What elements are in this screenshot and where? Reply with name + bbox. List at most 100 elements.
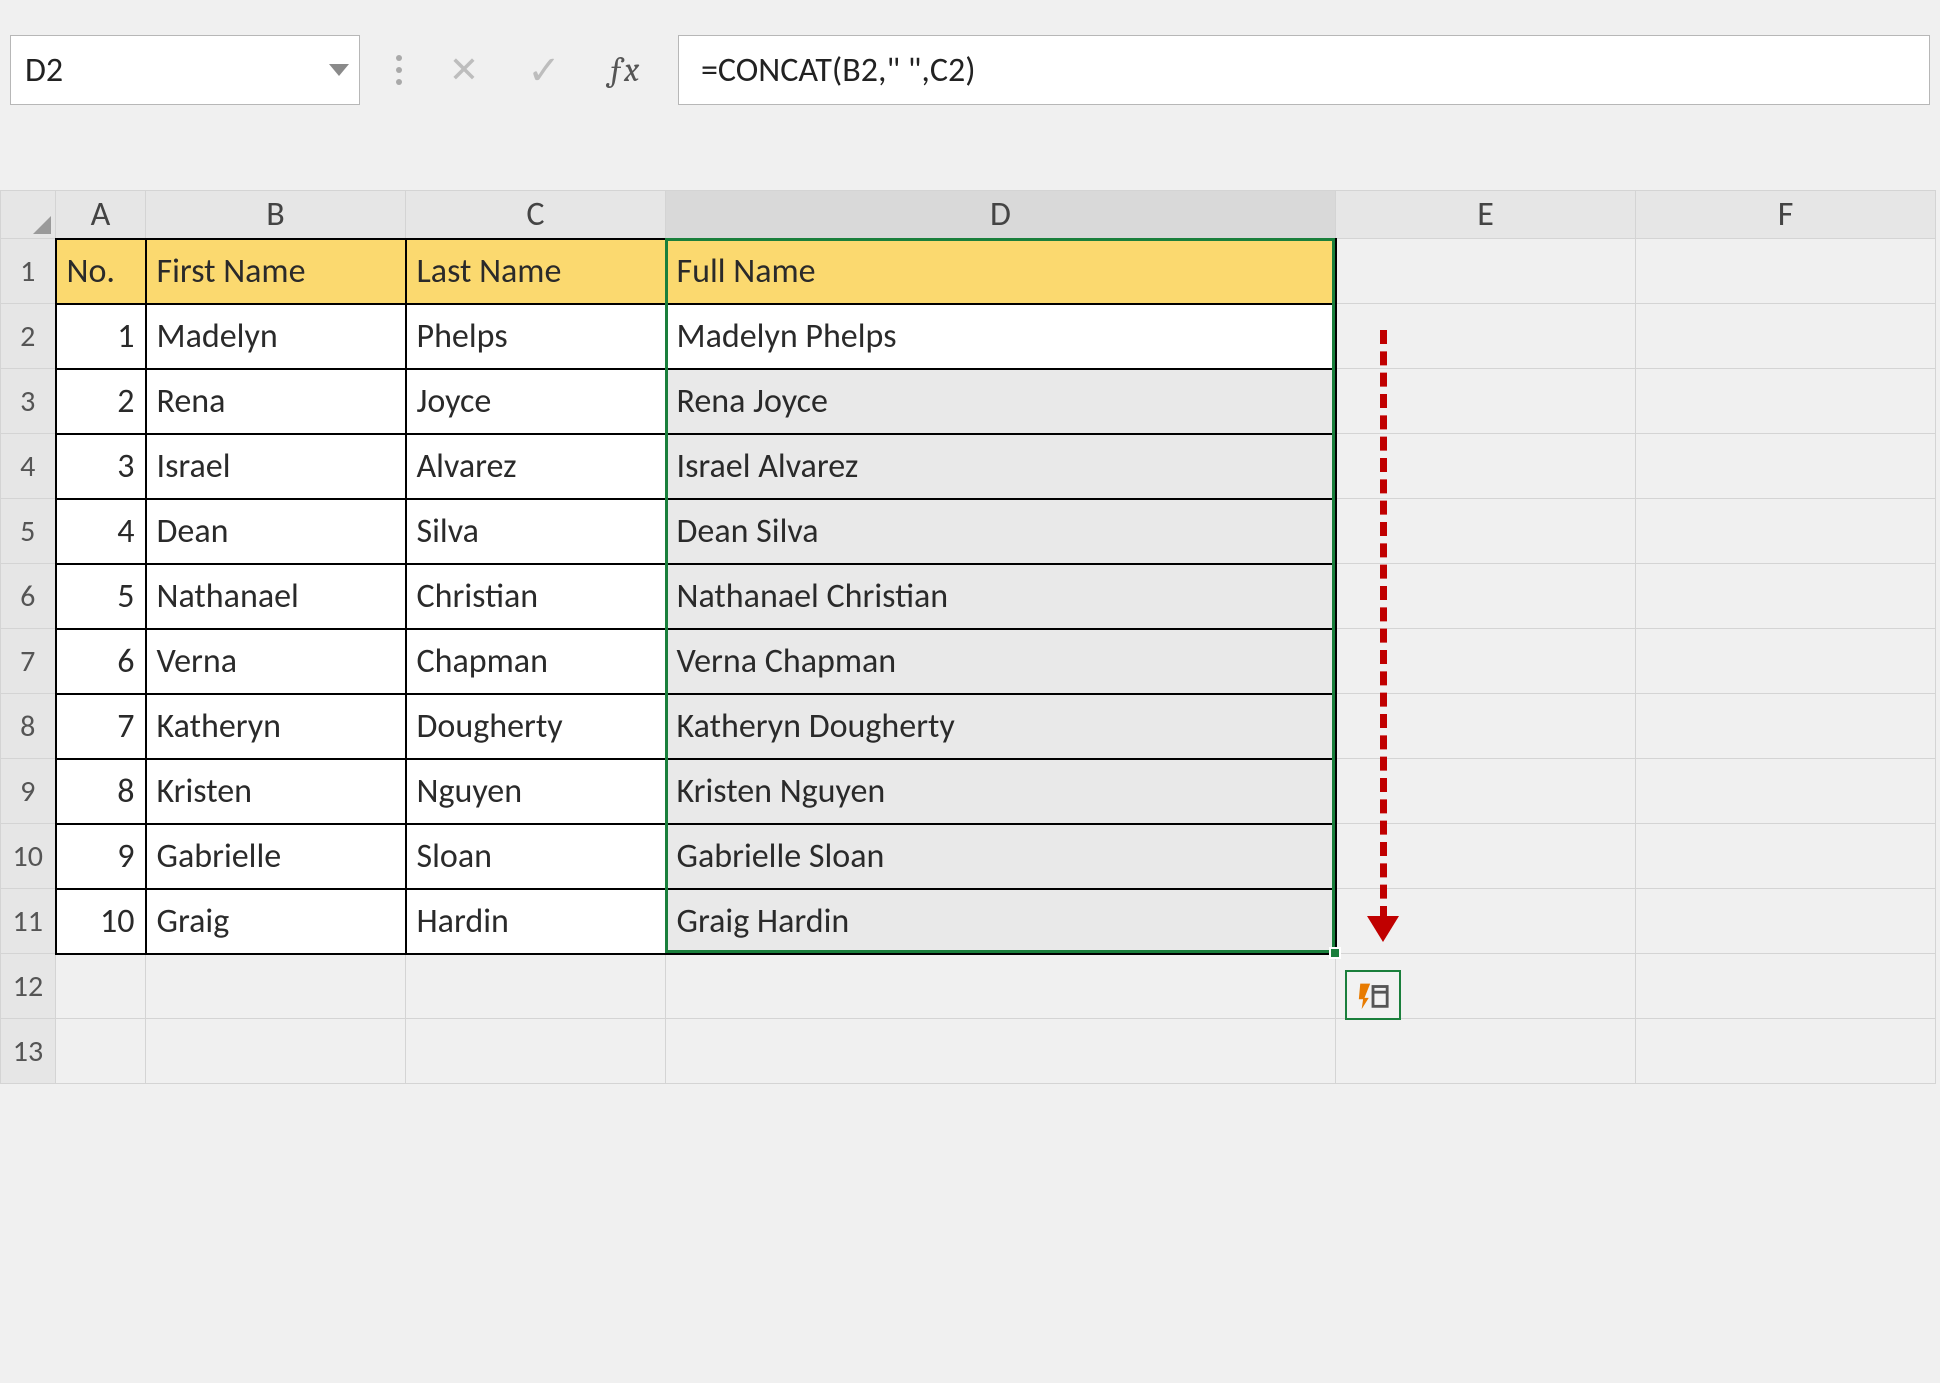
cell-C6[interactable]: Christian <box>406 564 666 629</box>
annotation-arrow <box>1380 330 1387 920</box>
col-header-C[interactable]: C <box>406 191 666 239</box>
cancel-button <box>436 42 492 98</box>
cell-A11[interactable]: 10 <box>56 889 146 954</box>
cell-B9[interactable]: Kristen <box>146 759 406 824</box>
cell-F5[interactable] <box>1636 499 1936 564</box>
cell-C1[interactable]: Last Name <box>406 239 666 304</box>
cell-F7[interactable] <box>1636 629 1936 694</box>
cell-A13[interactable] <box>56 1019 146 1084</box>
cell-A7[interactable]: 6 <box>56 629 146 694</box>
cell-B12[interactable] <box>146 954 406 1019</box>
cell-D2[interactable]: Madelyn Phelps <box>666 304 1336 369</box>
cell-B6[interactable]: Nathanael <box>146 564 406 629</box>
cell-D6[interactable]: Nathanael Christian <box>666 564 1336 629</box>
cell-A9[interactable]: 8 <box>56 759 146 824</box>
row-header[interactable]: 7 <box>1 629 56 694</box>
cell-F3[interactable] <box>1636 369 1936 434</box>
cell-F2[interactable] <box>1636 304 1936 369</box>
row-header[interactable]: 11 <box>1 889 56 954</box>
cell-C9[interactable]: Nguyen <box>406 759 666 824</box>
row-header[interactable]: 8 <box>1 694 56 759</box>
row-header[interactable]: 10 <box>1 824 56 889</box>
cell-D1[interactable]: Full Name <box>666 239 1336 304</box>
cell-F6[interactable] <box>1636 564 1936 629</box>
row-header[interactable]: 12 <box>1 954 56 1019</box>
cell-B3[interactable]: Rena <box>146 369 406 434</box>
cell-A5[interactable]: 4 <box>56 499 146 564</box>
autofill-options-button[interactable] <box>1345 970 1401 1020</box>
cell-F4[interactable] <box>1636 434 1936 499</box>
cell-A8[interactable]: 7 <box>56 694 146 759</box>
row-header[interactable]: 9 <box>1 759 56 824</box>
cell-B7[interactable]: Verna <box>146 629 406 694</box>
cell-E1[interactable] <box>1336 239 1636 304</box>
cell-C8[interactable]: Dougherty <box>406 694 666 759</box>
row-header[interactable]: 5 <box>1 499 56 564</box>
cell-C4[interactable]: Alvarez <box>406 434 666 499</box>
cell-B10[interactable]: Gabrielle <box>146 824 406 889</box>
cell-A12[interactable] <box>56 954 146 1019</box>
cell-A2[interactable]: 1 <box>56 304 146 369</box>
row-header[interactable]: 4 <box>1 434 56 499</box>
cell-D12[interactable] <box>666 954 1336 1019</box>
col-header-D[interactable]: D <box>666 191 1336 239</box>
cell-B8[interactable]: Katheryn <box>146 694 406 759</box>
cell-B11[interactable]: Graig <box>146 889 406 954</box>
cell-B1[interactable]: First Name <box>146 239 406 304</box>
cell-F1[interactable] <box>1636 239 1936 304</box>
cell-D11[interactable]: Graig Hardin <box>666 889 1336 954</box>
cell-C12[interactable] <box>406 954 666 1019</box>
row-header[interactable]: 2 <box>1 304 56 369</box>
formula-bar-input[interactable]: =CONCAT(B2," ",C2) <box>678 35 1930 105</box>
cell-D7[interactable]: Verna Chapman <box>666 629 1336 694</box>
cell-F9[interactable] <box>1636 759 1936 824</box>
cell-F8[interactable] <box>1636 694 1936 759</box>
cell-F13[interactable] <box>1636 1019 1936 1084</box>
name-box[interactable]: D2 <box>10 35 360 105</box>
cell-C11[interactable]: Hardin <box>406 889 666 954</box>
cell-D13[interactable] <box>666 1019 1336 1084</box>
row-header[interactable]: 13 <box>1 1019 56 1084</box>
row-header[interactable]: 1 <box>1 239 56 304</box>
cell-B5[interactable]: Dean <box>146 499 406 564</box>
cell-F12[interactable] <box>1636 954 1936 1019</box>
col-header-B[interactable]: B <box>146 191 406 239</box>
col-header-A[interactable]: A <box>56 191 146 239</box>
cell-C7[interactable]: Chapman <box>406 629 666 694</box>
enter-button <box>516 42 572 98</box>
cell-B4[interactable]: Israel <box>146 434 406 499</box>
cell-A10[interactable]: 9 <box>56 824 146 889</box>
row-header[interactable]: 6 <box>1 564 56 629</box>
cell-D3[interactable]: Rena Joyce <box>666 369 1336 434</box>
cell-D9[interactable]: Kristen Nguyen <box>666 759 1336 824</box>
cell-D10[interactable]: Gabrielle Sloan <box>666 824 1336 889</box>
cell-D8[interactable]: Katheryn Dougherty <box>666 694 1336 759</box>
cell-C10[interactable]: Sloan <box>406 824 666 889</box>
cell-D4[interactable]: Israel Alvarez <box>666 434 1336 499</box>
cell-C2[interactable]: Phelps <box>406 304 666 369</box>
cell-A1[interactable]: No. <box>56 239 146 304</box>
spreadsheet-grid[interactable]: A B C D E F 1 No. First Name Last Name F… <box>0 190 1940 1084</box>
cell-B2[interactable]: Madelyn <box>146 304 406 369</box>
cell-B13[interactable] <box>146 1019 406 1084</box>
chevron-down-icon[interactable] <box>329 64 349 76</box>
cell-E13[interactable] <box>1336 1019 1636 1084</box>
cell-D5[interactable]: Dean Silva <box>666 499 1336 564</box>
select-all-corner[interactable] <box>1 191 56 239</box>
row-header[interactable]: 3 <box>1 369 56 434</box>
cell-A3[interactable]: 2 <box>56 369 146 434</box>
name-box-value: D2 <box>25 50 63 91</box>
fill-handle[interactable] <box>1329 947 1341 959</box>
cell-A4[interactable]: 3 <box>56 434 146 499</box>
insert-function-button[interactable]: ƒx <box>596 42 652 98</box>
cell-C13[interactable] <box>406 1019 666 1084</box>
cell-F10[interactable] <box>1636 824 1936 889</box>
col-header-F[interactable]: F <box>1636 191 1936 239</box>
grip-icon <box>386 55 412 85</box>
autofill-icon <box>1356 978 1390 1012</box>
cell-F11[interactable] <box>1636 889 1936 954</box>
cell-C5[interactable]: Silva <box>406 499 666 564</box>
col-header-E[interactable]: E <box>1336 191 1636 239</box>
cell-C3[interactable]: Joyce <box>406 369 666 434</box>
cell-A6[interactable]: 5 <box>56 564 146 629</box>
